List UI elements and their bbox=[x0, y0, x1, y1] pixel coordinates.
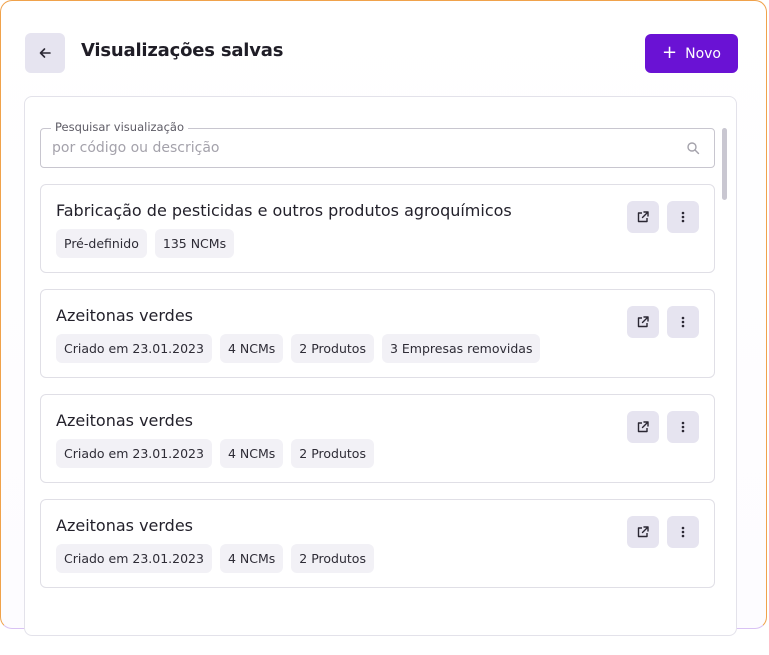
view-card-chips: Criado em 23.01.2023 4 NCMs 2 Produtos 3… bbox=[56, 334, 541, 363]
external-link-icon bbox=[637, 211, 649, 223]
vertical-dots-icon bbox=[681, 316, 685, 328]
view-card-chips: Criado em 23.01.2023 4 NCMs 2 Produtos bbox=[56, 439, 374, 468]
open-view-button[interactable] bbox=[627, 201, 659, 233]
chip: 2 Produtos bbox=[291, 334, 374, 363]
open-view-button[interactable] bbox=[627, 306, 659, 338]
back-button[interactable] bbox=[25, 33, 65, 73]
chip: 2 Produtos bbox=[291, 544, 374, 573]
vertical-dots-icon bbox=[681, 421, 685, 433]
more-options-button[interactable] bbox=[667, 516, 699, 548]
view-card-chips: Pré-definido 135 NCMs bbox=[56, 229, 235, 258]
chip: 3 Empresas removidas bbox=[381, 334, 541, 363]
arrow-left-icon bbox=[39, 48, 51, 58]
chip: Criado em 23.01.2023 bbox=[56, 439, 212, 468]
search-icon bbox=[687, 142, 700, 155]
vertical-dots-icon bbox=[681, 526, 685, 538]
view-card[interactable]: Azeitonas verdes Criado em 23.01.2023 4 … bbox=[40, 394, 715, 483]
external-link-icon bbox=[637, 421, 649, 433]
chip: 135 NCMs bbox=[154, 229, 235, 258]
page-title: Visualizações salvas bbox=[81, 40, 284, 61]
chip: Pré-definido bbox=[56, 229, 147, 258]
view-card-title: Azeitonas verdes bbox=[56, 516, 194, 535]
plus-icon: + bbox=[662, 41, 678, 63]
view-card-chips: Criado em 23.01.2023 4 NCMs 2 Produtos bbox=[56, 544, 374, 573]
chip: Criado em 23.01.2023 bbox=[56, 334, 212, 363]
more-options-button[interactable] bbox=[667, 201, 699, 233]
open-view-button[interactable] bbox=[627, 411, 659, 443]
chip: 2 Produtos bbox=[291, 439, 374, 468]
search-field[interactable]: Pesquisar visualização bbox=[40, 120, 715, 168]
external-link-icon bbox=[637, 526, 649, 538]
vertical-dots-icon bbox=[681, 211, 685, 223]
scrollbar-thumb[interactable] bbox=[722, 128, 727, 200]
view-card[interactable]: Fabricação de pesticidas e outros produt… bbox=[40, 184, 715, 273]
new-view-button[interactable]: + Novo bbox=[645, 34, 738, 73]
open-view-button[interactable] bbox=[627, 516, 659, 548]
view-card-title: Azeitonas verdes bbox=[56, 306, 194, 325]
view-card[interactable]: Azeitonas verdes Criado em 23.01.2023 4 … bbox=[40, 499, 715, 588]
search-input[interactable] bbox=[52, 137, 672, 159]
chip: Criado em 23.01.2023 bbox=[56, 544, 212, 573]
search-label: Pesquisar visualização bbox=[51, 120, 189, 134]
chip: 4 NCMs bbox=[219, 544, 284, 573]
chip: 4 NCMs bbox=[219, 334, 284, 363]
chip: 4 NCMs bbox=[219, 439, 284, 468]
new-button-label: Novo bbox=[685, 45, 721, 62]
more-options-button[interactable] bbox=[667, 306, 699, 338]
external-link-icon bbox=[637, 316, 649, 328]
view-card[interactable]: Azeitonas verdes Criado em 23.01.2023 4 … bbox=[40, 289, 715, 378]
view-card-title: Fabricação de pesticidas e outros produt… bbox=[56, 201, 512, 220]
more-options-button[interactable] bbox=[667, 411, 699, 443]
view-card-title: Azeitonas verdes bbox=[56, 411, 194, 430]
